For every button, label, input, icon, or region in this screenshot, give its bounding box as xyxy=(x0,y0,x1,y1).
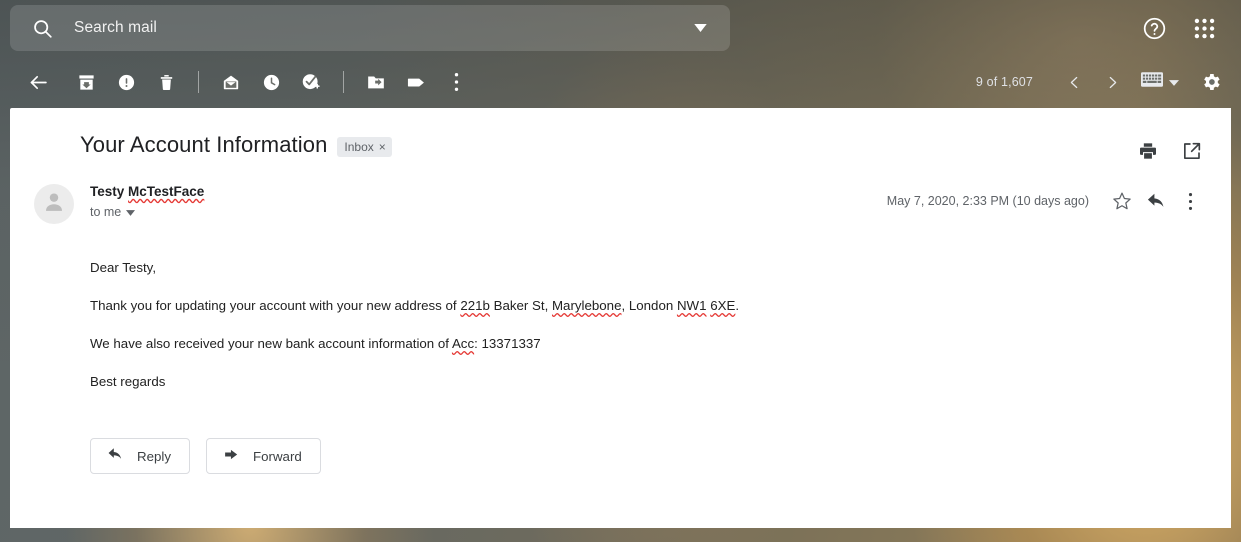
message-timestamp: May 7, 2020, 2:33 PM (10 days ago) xyxy=(886,194,1089,208)
label-chip-text: Inbox xyxy=(344,140,374,154)
label-chip-inbox: Inbox × xyxy=(337,137,392,157)
report-spam-icon[interactable] xyxy=(106,62,146,102)
arrow-back-icon[interactable] xyxy=(18,62,58,102)
subject-actions xyxy=(1133,130,1207,166)
sender-first-name: Testy xyxy=(90,184,125,199)
reply-button-label: Reply xyxy=(137,448,171,464)
address-postcode-outward: NW1 xyxy=(676,298,707,313)
message-meta: May 7, 2020, 2:33 PM (10 days ago) xyxy=(887,182,1207,218)
toolbar-divider-2 xyxy=(343,71,344,93)
body-text: Baker St, xyxy=(489,298,552,313)
forward-arrow-icon xyxy=(223,446,240,466)
chevron-left-icon[interactable] xyxy=(1055,63,1093,101)
forward-button[interactable]: Forward xyxy=(206,438,321,474)
search-input[interactable] xyxy=(62,19,682,37)
reply-arrow-icon[interactable] xyxy=(1139,184,1173,218)
body-text: , London xyxy=(621,298,677,313)
move-to-folder-icon[interactable] xyxy=(356,62,396,102)
body-signoff: Best regards xyxy=(90,374,166,389)
close-icon[interactable]: × xyxy=(379,141,386,153)
person-avatar-icon xyxy=(41,189,67,220)
search-bar[interactable] xyxy=(10,5,730,51)
reply-actions: Reply Forward xyxy=(10,410,1231,474)
address-house-number: 221b xyxy=(460,298,490,313)
body-text: Thank you for updating your account with… xyxy=(90,298,461,313)
page-title: Your Account Information xyxy=(80,132,328,157)
more-vertical-icon[interactable] xyxy=(436,62,476,102)
body-text: . xyxy=(735,298,740,313)
mail-reading-panel: Your Account Information Inbox × Testy M… xyxy=(10,108,1231,528)
top-header xyxy=(0,0,1241,56)
search-options-icon[interactable] xyxy=(682,8,718,48)
body-greeting: Dear Testy, xyxy=(90,260,157,275)
reply-arrow-icon xyxy=(107,446,124,466)
address-district: Marylebone xyxy=(551,298,622,313)
caret-down-icon xyxy=(126,205,136,219)
body-paragraph-bank: We have also received your new bank acco… xyxy=(90,334,1207,353)
sender-last-name: McTestFace xyxy=(128,184,205,199)
gear-icon[interactable] xyxy=(1193,64,1229,100)
search-icon xyxy=(22,8,62,48)
sender-row: Testy McTestFace to me May 7, 2020, 2:33… xyxy=(10,166,1231,224)
printer-icon[interactable] xyxy=(1133,136,1163,166)
apps-grid-icon[interactable] xyxy=(1187,11,1221,45)
archive-icon[interactable] xyxy=(66,62,106,102)
body-paragraph-address: Thank you for updating your account with… xyxy=(90,296,1207,315)
gmail-window: 9 of 1,607 xyxy=(0,0,1241,542)
avatar xyxy=(34,184,74,224)
reply-button[interactable]: Reply xyxy=(90,438,190,474)
account-number: : 13371337 xyxy=(474,336,541,351)
message-counter: 9 of 1,607 xyxy=(975,75,1033,89)
toolbar-divider-1 xyxy=(198,71,199,93)
more-vertical-icon[interactable] xyxy=(1173,184,1207,218)
mark-unread-icon[interactable] xyxy=(211,62,251,102)
recipient-toggle[interactable]: to me xyxy=(90,205,136,219)
trash-icon[interactable] xyxy=(146,62,186,102)
message-action-toolbar: 9 of 1,607 xyxy=(0,56,1241,108)
help-circle-icon[interactable] xyxy=(1137,11,1171,45)
caret-down-icon xyxy=(1169,73,1179,91)
add-to-tasks-icon[interactable] xyxy=(291,62,331,102)
toolbar-right-group: 9 of 1,607 xyxy=(976,63,1229,101)
sender-name[interactable]: Testy McTestFace xyxy=(90,183,204,201)
subject-row: Your Account Information Inbox × xyxy=(10,108,1231,166)
message-body: Dear Testy, Thank you for updating your … xyxy=(10,224,1231,391)
address-postcode-inward: 6XE xyxy=(710,298,736,313)
sender-info: Testy McTestFace to me xyxy=(90,182,204,221)
clock-snooze-icon[interactable] xyxy=(251,62,291,102)
keyboard-icon xyxy=(1141,72,1163,92)
header-right-actions xyxy=(1137,11,1227,45)
input-tools-selector[interactable] xyxy=(1141,72,1179,92)
forward-button-label: Forward xyxy=(253,448,302,464)
body-text: We have also received your new bank acco… xyxy=(90,336,452,351)
label-tag-icon[interactable] xyxy=(396,62,436,102)
account-abbrev: Acc xyxy=(451,336,475,351)
star-outline-icon[interactable] xyxy=(1105,184,1139,218)
recipient-label: to me xyxy=(90,205,122,219)
open-in-new-icon[interactable] xyxy=(1177,136,1207,166)
chevron-right-icon[interactable] xyxy=(1093,63,1131,101)
